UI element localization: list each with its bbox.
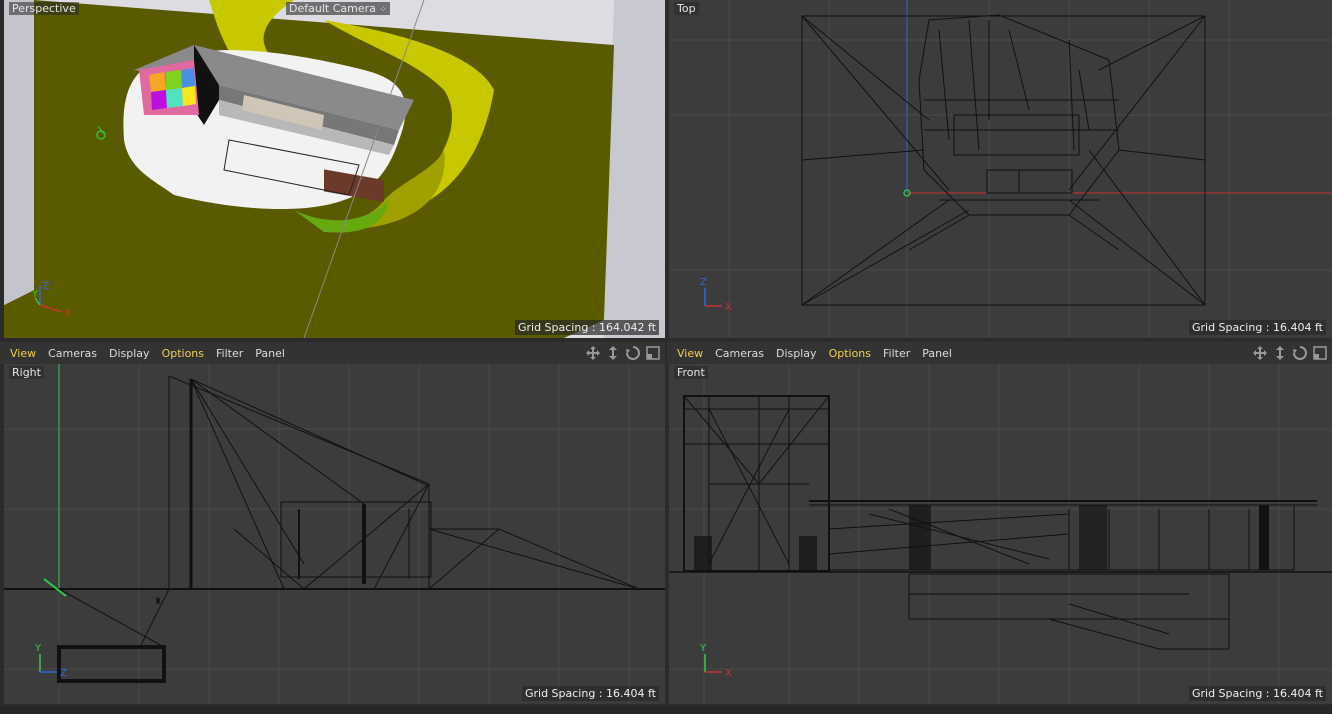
viewport-label-right[interactable]: Right: [9, 366, 44, 379]
move-view-icon[interactable]: [1252, 345, 1268, 361]
axis-x-label: X: [64, 308, 71, 319]
grid-spacing-right: Grid Spacing : 16.404 ft: [521, 686, 659, 701]
menu-filter[interactable]: Filter: [883, 347, 910, 360]
menu-display[interactable]: Display: [776, 347, 817, 360]
front-wireframe: [669, 364, 1332, 704]
viewport-top[interactable]: Top Z X Grid Spacing : 16.404 ft: [669, 0, 1332, 338]
viewport-right[interactable]: ♜ Right Y Z Grid Spacing : 16.404 ft: [4, 364, 665, 704]
grid-spacing-top: Grid Spacing : 16.404 ft: [1188, 320, 1326, 335]
dolly-view-icon[interactable]: [1272, 345, 1288, 361]
axis-y-label: Y: [34, 643, 42, 654]
viewport-perspective[interactable]: Perspective Default Camera ⁘ Z Y X Grid …: [4, 0, 665, 338]
viewport-label-perspective[interactable]: Perspective: [9, 2, 79, 15]
perspective-scene: [4, 0, 665, 338]
menu-cameras[interactable]: Cameras: [715, 347, 764, 360]
rotate-view-icon[interactable]: [1292, 345, 1308, 361]
viewport-label-front[interactable]: Front: [674, 366, 708, 379]
top-wireframe: [669, 0, 1332, 338]
maximize-view-icon[interactable]: [1312, 345, 1328, 361]
axis-x-label: X: [725, 668, 732, 679]
menu-options[interactable]: Options: [829, 347, 871, 360]
timeline-strip[interactable]: [0, 706, 1332, 714]
axis-gizmo-top: Z X: [700, 277, 732, 313]
axis-gizmo-right: Y Z: [34, 643, 67, 679]
maximize-view-icon[interactable]: [645, 345, 661, 361]
axis-y-label: Y: [32, 289, 39, 300]
menubar-right-view: View Cameras Display Options Filter Pane…: [0, 342, 665, 364]
menu-view[interactable]: View: [10, 347, 36, 360]
camera-label[interactable]: Default Camera ⁘: [286, 2, 390, 15]
move-view-icon[interactable]: [585, 345, 601, 361]
viewport-label-top[interactable]: Top: [674, 2, 699, 15]
menu-display[interactable]: Display: [109, 347, 150, 360]
grid-spacing-front: Grid Spacing : 16.404 ft: [1188, 686, 1326, 701]
menu-panel[interactable]: Panel: [922, 347, 952, 360]
rotate-view-icon[interactable]: [625, 345, 641, 361]
menu-options[interactable]: Options: [162, 347, 204, 360]
axis-z-label: Z: [700, 277, 707, 288]
axis-y-label: Y: [699, 643, 707, 654]
axis-gizmo-perspective: Z Y X: [32, 281, 71, 319]
axis-gizmo-front: Y X: [699, 643, 732, 679]
menu-view[interactable]: View: [677, 347, 703, 360]
dolly-view-icon[interactable]: [605, 345, 621, 361]
axis-x-label: X: [725, 302, 732, 313]
right-wireframe: ♜: [4, 364, 665, 704]
menu-filter[interactable]: Filter: [216, 347, 243, 360]
camera-name: Default Camera: [289, 2, 376, 15]
grid-spacing-perspective: Grid Spacing : 164.042 ft: [514, 320, 659, 335]
svg-text:♜: ♜: [154, 597, 162, 607]
menu-cameras[interactable]: Cameras: [48, 347, 97, 360]
camera-dots-icon[interactable]: ⁘: [379, 5, 387, 15]
menu-panel[interactable]: Panel: [255, 347, 285, 360]
viewport-front[interactable]: Front Y X Grid Spacing : 16.404 ft: [669, 364, 1332, 704]
menubar-front-view: View Cameras Display Options Filter Pane…: [667, 342, 1332, 364]
axis-z-label: Z: [60, 668, 67, 679]
axis-z-label: Z: [43, 281, 50, 292]
